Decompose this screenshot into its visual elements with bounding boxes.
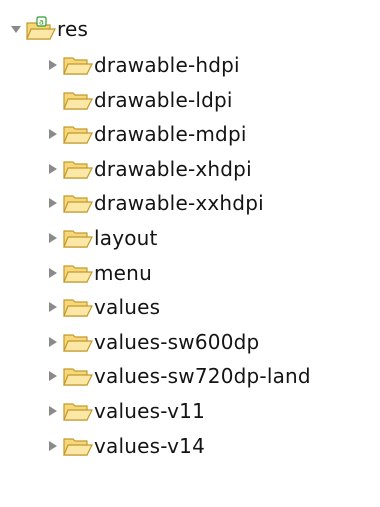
folder-icon (62, 52, 94, 78)
tree-node-label: values-v11 (94, 399, 206, 423)
svg-text:a: a (39, 18, 44, 27)
tree-node-folder[interactable]: drawable-ldpi (46, 83, 233, 117)
collapsed-twisty-icon[interactable] (46, 57, 60, 73)
tree-node-res[interactable]: a res (9, 12, 88, 46)
folder-icon (62, 121, 94, 147)
folder-icon (62, 363, 94, 389)
folder-icon (62, 190, 94, 216)
tree-node-folder[interactable]: drawable-hdpi (46, 48, 240, 82)
collapsed-twisty-icon[interactable] (46, 334, 60, 350)
collapsed-twisty-icon[interactable] (46, 299, 60, 315)
tree-node-label: menu (94, 261, 152, 285)
tree-node-label: layout (94, 226, 158, 250)
tree-node-folder[interactable]: values-sw600dp (46, 325, 259, 359)
tree-node-folder[interactable]: drawable-xxhdpi (46, 186, 264, 220)
tree-node-label: values-sw600dp (94, 330, 260, 354)
collapsed-twisty-icon[interactable] (46, 265, 60, 281)
folder-icon (62, 398, 94, 424)
tree-node-label: res (57, 17, 89, 41)
tree-node-folder[interactable]: values-v11 (46, 394, 205, 428)
folder-icon (62, 87, 94, 113)
folder-icon (62, 329, 94, 355)
tree-node-label: drawable-ldpi (94, 88, 233, 112)
resource-folder-icon: a (25, 16, 57, 42)
folder-icon (62, 294, 94, 320)
tree-node-label: drawable-mdpi (94, 122, 247, 146)
collapsed-twisty-icon[interactable] (46, 126, 60, 142)
collapsed-twisty-icon[interactable] (46, 195, 60, 211)
tree-node-label: values (94, 295, 161, 319)
project-tree: a res drawable-hdpi drawable-ldpi drawable… (0, 0, 380, 507)
folder-icon (62, 225, 94, 251)
folder-icon (62, 156, 94, 182)
folder-icon (62, 260, 94, 286)
collapsed-twisty-icon[interactable] (46, 161, 60, 177)
tree-node-label: drawable-xhdpi (94, 157, 252, 181)
expanded-twisty-icon[interactable] (9, 21, 23, 37)
collapsed-twisty-icon[interactable] (46, 403, 60, 419)
tree-node-label: values-v14 (94, 434, 206, 458)
tree-node-folder[interactable]: values-sw720dp-land (46, 359, 311, 393)
tree-node-folder[interactable]: drawable-xhdpi (46, 152, 252, 186)
tree-node-folder[interactable]: layout (46, 221, 158, 255)
tree-node-label: drawable-xxhdpi (94, 191, 264, 215)
tree-node-folder[interactable]: values (46, 290, 160, 324)
tree-node-folder[interactable]: values-v14 (46, 429, 205, 463)
collapsed-twisty-icon[interactable] (46, 368, 60, 384)
collapsed-twisty-icon[interactable] (46, 438, 60, 454)
tree-node-label: drawable-hdpi (94, 53, 240, 77)
folder-icon (62, 433, 94, 459)
tree-node-folder[interactable]: menu (46, 256, 152, 290)
tree-node-label: values-sw720dp-land (94, 364, 311, 388)
tree-node-folder[interactable]: drawable-mdpi (46, 117, 247, 151)
collapsed-twisty-icon[interactable] (46, 230, 60, 246)
